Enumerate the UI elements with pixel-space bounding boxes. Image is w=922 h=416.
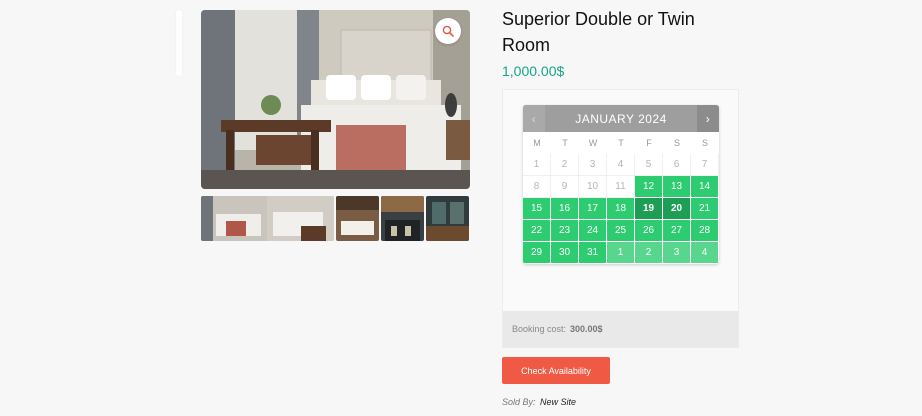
booking-form: ‹ JANUARY 2024 › M T W T F S S 1 2 3 4 5 6 7 8 9 10 11 12 1… — [502, 89, 739, 348]
calendar-day[interactable]: 27 — [663, 220, 691, 242]
calendar-day[interactable]: 18 — [607, 198, 635, 220]
calendar-day-unavailable: 4 — [607, 154, 635, 176]
magnifier-icon — [442, 25, 454, 37]
calendar-day-unavailable: 10 — [579, 176, 607, 198]
booking-cost: Booking cost: 300.00$ — [503, 311, 738, 347]
calendar-grid: M T W T F S S 1 2 3 4 5 6 7 8 9 10 11 12 13 14 15 16 17 18 19 20 21… — [523, 132, 719, 264]
weekday-label: T — [562, 138, 568, 148]
lobby-thumbnail[interactable] — [381, 196, 424, 241]
calendar-day-unavailable: 3 — [579, 154, 607, 176]
product-title: Superior Double or Twin Room — [502, 9, 695, 55]
hotel-room-photo — [201, 10, 470, 189]
check-availability-button[interactable]: Check Availability — [502, 357, 610, 384]
calendar-day[interactable]: 12 — [635, 176, 663, 198]
calendar-day[interactable]: 21 — [691, 198, 719, 220]
calendar-day[interactable]: 17 — [579, 198, 607, 220]
calendar-day-unavailable: 11 — [607, 176, 635, 198]
product-page: Superior Double or Twin Room 1,000.00$ ‹… — [0, 0, 922, 416]
calendar-day[interactable]: 22 — [523, 220, 551, 242]
booking-calendar: ‹ JANUARY 2024 › M T W T F S S 1 2 3 4 5 6 7 8 9 10 11 12 1… — [523, 105, 719, 264]
booking-cost-value: 300.00$ — [570, 324, 603, 334]
calendar-day-selected[interactable]: 20 — [663, 198, 691, 220]
room-thumbnail[interactable] — [201, 196, 334, 241]
calendar-day[interactable]: 24 — [579, 220, 607, 242]
weekday-label: T — [618, 138, 624, 148]
zoom-button[interactable] — [435, 18, 461, 44]
gallery-scroll-indicator — [176, 10, 182, 76]
calendar-day[interactable]: 16 — [551, 198, 579, 220]
calendar-day-unavailable: 9 — [551, 176, 579, 198]
calendar-day[interactable]: 26 — [635, 220, 663, 242]
calendar-day-unavailable: 8 — [523, 176, 551, 198]
weekday-label: W — [588, 138, 598, 148]
calendar-month-label: JANUARY 2024 — [575, 111, 667, 126]
thumbnail-strip — [201, 196, 470, 241]
calendar-day[interactable]: 29 — [523, 242, 551, 264]
vendor-link[interactable]: New Site — [540, 397, 576, 407]
weekday-label: S — [673, 138, 680, 148]
prev-month-button[interactable]: ‹ — [523, 105, 545, 132]
booking-cost-label: Booking cost: — [512, 324, 567, 334]
calendar-header: ‹ JANUARY 2024 › — [523, 105, 719, 132]
calendar-day-selected[interactable]: 19 — [635, 198, 663, 220]
calendar-day[interactable]: 3 — [663, 242, 691, 264]
weekday-label: S — [701, 138, 708, 148]
calendar-day[interactable]: 4 — [691, 242, 719, 264]
next-month-button[interactable]: › — [697, 105, 719, 132]
calendar-day[interactable]: 1 — [607, 242, 635, 264]
room-detail-thumbnail[interactable] — [336, 196, 379, 241]
sold-by-label: Sold By: — [502, 397, 536, 407]
calendar-day[interactable]: 28 — [691, 220, 719, 242]
calendar-day[interactable]: 2 — [635, 242, 663, 264]
calendar-day[interactable]: 25 — [607, 220, 635, 242]
calendar-day[interactable]: 31 — [579, 242, 607, 264]
sold-by: Sold By: New Site — [502, 397, 576, 407]
calendar-day-unavailable: 6 — [663, 154, 691, 176]
product-price: 1,000.00$ — [502, 63, 565, 79]
calendar-day[interactable]: 14 — [691, 176, 719, 198]
weekday-label: F — [646, 138, 652, 148]
calendar-day-unavailable: 7 — [691, 154, 719, 176]
weekday-label: M — [533, 138, 541, 148]
calendar-day[interactable]: 15 — [523, 198, 551, 220]
calendar-day[interactable]: 13 — [663, 176, 691, 198]
calendar-day-unavailable: 1 — [523, 154, 551, 176]
calendar-day[interactable]: 23 — [551, 220, 579, 242]
calendar-day[interactable]: 30 — [551, 242, 579, 264]
calendar-day-unavailable: 2 — [551, 154, 579, 176]
calendar-day-unavailable: 5 — [635, 154, 663, 176]
bar-thumbnail[interactable] — [426, 196, 469, 241]
main-product-image[interactable] — [201, 10, 470, 189]
